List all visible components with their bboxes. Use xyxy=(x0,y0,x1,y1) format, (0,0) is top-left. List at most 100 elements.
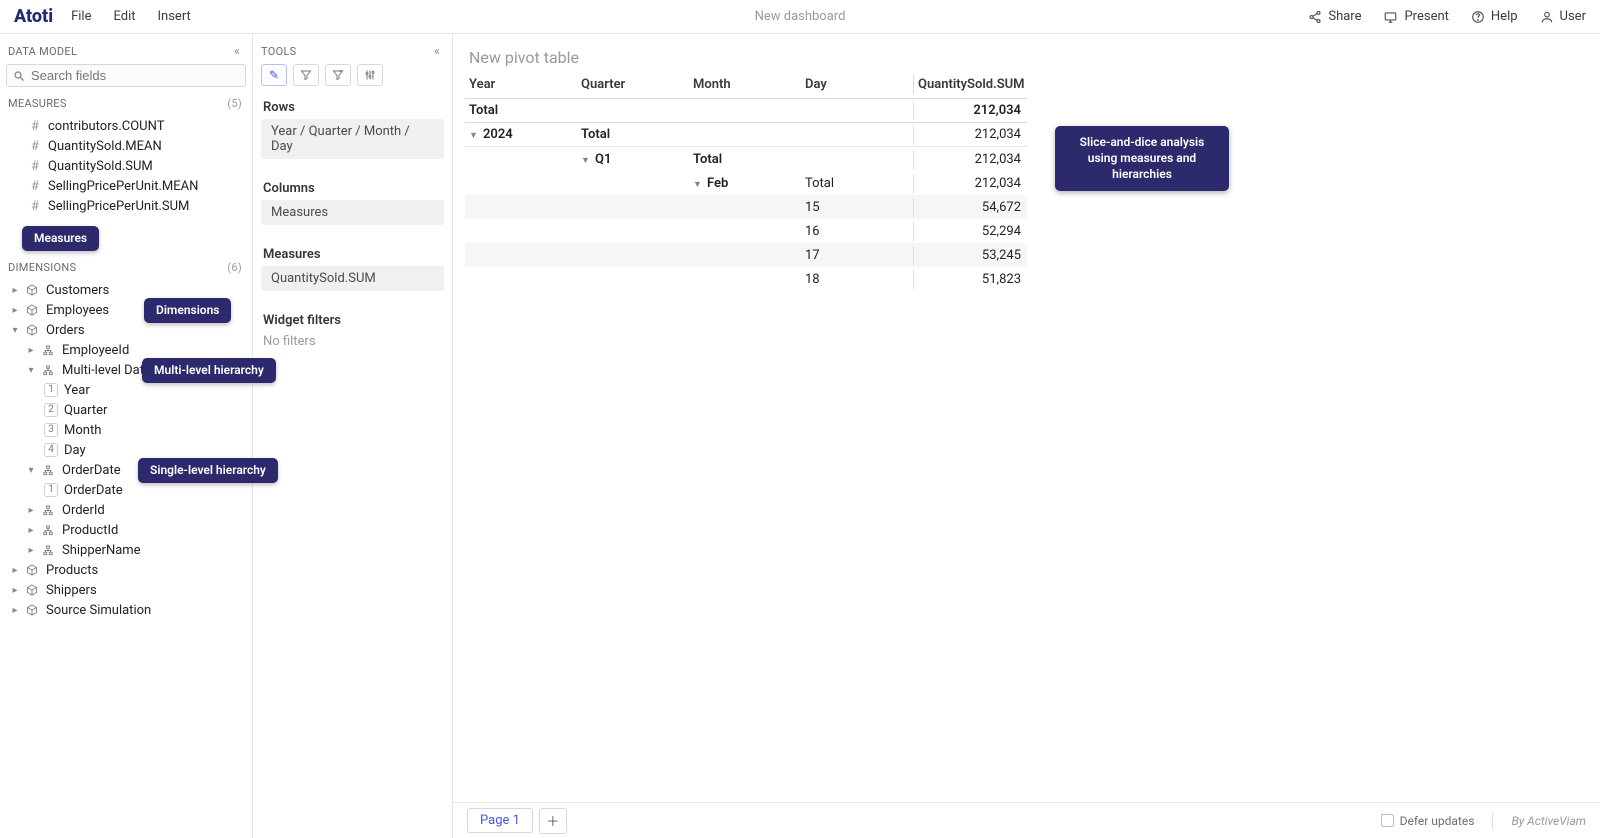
defer-updates-toggle[interactable]: Defer updates xyxy=(1381,814,1475,828)
hierarchy-orderid[interactable]: ▸ OrderId xyxy=(4,500,248,520)
hierarchy-icon xyxy=(42,545,56,556)
dimension-customers[interactable]: ▸ Customers xyxy=(4,280,248,300)
measure-label: contributors.COUNT xyxy=(48,119,164,134)
tool-filter-button[interactable] xyxy=(293,64,319,86)
add-page-button[interactable]: ＋ xyxy=(539,808,567,834)
tool-settings-button[interactable] xyxy=(357,64,383,86)
pivot-title[interactable]: New pivot table xyxy=(453,34,1600,75)
chevron-right-icon[interactable]: ▸ xyxy=(26,345,36,356)
chevron-right-icon[interactable]: ▸ xyxy=(26,525,36,536)
measure-item[interactable]: #SellingPricePerUnit.SUM xyxy=(4,196,248,216)
chevron-right-icon[interactable]: ▸ xyxy=(10,285,20,296)
measure-label: QuantitySold.SUM xyxy=(48,159,153,174)
pivot-table[interactable]: Year Quarter Month Day QuantitySold.SUM … xyxy=(465,75,1027,291)
collapse-data-model-icon[interactable]: « xyxy=(232,44,242,58)
user-button[interactable]: User xyxy=(1540,9,1586,24)
chevron-down-icon[interactable]: ▼ xyxy=(581,155,591,166)
tool-query-button[interactable] xyxy=(325,64,351,86)
hierarchy-label: EmployeeId xyxy=(62,343,129,358)
hierarchy-multilevel-date[interactable]: ▾ Multi-level Date Multi-level hierarchy xyxy=(4,360,248,380)
dimension-source-simulation[interactable]: ▸ Source Simulation xyxy=(4,600,248,620)
hierarchy-productid[interactable]: ▸ ProductId xyxy=(4,520,248,540)
level-day[interactable]: 4Day xyxy=(4,440,248,460)
measures-header: Measures xyxy=(8,97,67,110)
present-button[interactable]: Present xyxy=(1383,9,1448,24)
search-fields-input[interactable] xyxy=(6,64,246,87)
measure-item[interactable]: # QuantitySold.SUM xyxy=(4,156,248,176)
pencil-icon: ✎ xyxy=(269,68,279,82)
measure-icon: # xyxy=(28,119,42,134)
columns-label: Columns xyxy=(253,173,452,200)
level-label: Year xyxy=(64,383,90,398)
hierarchy-icon xyxy=(42,365,56,376)
rows-field[interactable]: Year / Quarter / Month / Day xyxy=(261,119,444,159)
chevron-down-icon[interactable]: ▾ xyxy=(26,365,36,376)
hierarchy-shippername[interactable]: ▸ ShipperName xyxy=(4,540,248,560)
level-month[interactable]: 3Month xyxy=(4,420,248,440)
sliders-icon xyxy=(364,69,376,81)
hierarchy-employeeid[interactable]: ▸ EmployeeId xyxy=(4,340,248,360)
level-orderdate[interactable]: 1OrderDate xyxy=(4,480,248,500)
page-tab[interactable]: Page 1 xyxy=(467,808,533,833)
menu-file[interactable]: File xyxy=(71,9,91,24)
help-button[interactable]: Help xyxy=(1471,9,1518,24)
hierarchy-icon xyxy=(42,465,56,476)
brand-logo: Atoti xyxy=(14,6,53,27)
widget-filters-label: Widget filters xyxy=(253,305,452,332)
measure-item[interactable]: #QuantitySold.MEAN xyxy=(4,136,248,156)
menu-insert[interactable]: Insert xyxy=(158,9,191,24)
measure-icon: # xyxy=(28,159,42,174)
chevron-right-icon[interactable]: ▸ xyxy=(10,585,20,596)
cell-year-total-label: Total xyxy=(577,125,689,144)
level-badge-icon: 1 xyxy=(44,483,58,497)
cell-day[interactable]: 16 xyxy=(801,222,913,241)
dimension-orders[interactable]: ▾ Orders xyxy=(4,320,248,340)
level-quarter[interactable]: 2Quarter xyxy=(4,400,248,420)
columns-field[interactable]: Measures xyxy=(261,200,444,225)
measure-item[interactable]: #SellingPricePerUnit.MEAN xyxy=(4,176,248,196)
cell-day[interactable]: 17 xyxy=(801,246,913,265)
cube-icon xyxy=(26,564,40,576)
col-header-month[interactable]: Month xyxy=(689,75,801,94)
level-year[interactable]: 1Year xyxy=(4,380,248,400)
present-icon xyxy=(1383,10,1398,24)
hierarchy-label: Multi-level Date xyxy=(62,363,151,378)
chevron-down-icon[interactable]: ▾ xyxy=(26,465,36,476)
measures-field[interactable]: QuantitySold.SUM xyxy=(261,266,444,291)
col-header-quarter[interactable]: Quarter xyxy=(577,75,689,94)
chevron-right-icon[interactable]: ▸ xyxy=(10,305,20,316)
dimension-employees[interactable]: ▸ Employees Dimensions xyxy=(4,300,248,320)
collapse-tools-icon[interactable]: « xyxy=(432,44,442,58)
col-header-day[interactable]: Day xyxy=(801,75,913,94)
cell-quarter[interactable]: ▼Q1 xyxy=(577,150,689,169)
help-icon xyxy=(1471,10,1485,24)
chevron-right-icon[interactable]: ▸ xyxy=(10,605,20,616)
chevron-down-icon[interactable]: ▼ xyxy=(693,179,703,190)
tool-edit-button[interactable]: ✎ xyxy=(261,64,287,86)
chevron-down-icon[interactable]: ▼ xyxy=(469,130,479,141)
dimension-products[interactable]: ▸ Products xyxy=(4,560,248,580)
cell-year[interactable]: ▼2024 xyxy=(465,125,577,144)
col-header-measure[interactable]: QuantitySold.SUM xyxy=(913,75,1027,94)
cell-day-value: 51,823 xyxy=(913,270,1027,289)
cell-day[interactable]: 15 xyxy=(801,198,913,217)
measure-item[interactable]: # contributors.COUNT xyxy=(4,116,248,136)
cell-month[interactable]: ▼Feb xyxy=(689,174,801,193)
chevron-right-icon[interactable]: ▸ xyxy=(26,545,36,556)
cell-month-total-label: Total xyxy=(801,174,913,193)
chevron-right-icon[interactable]: ▸ xyxy=(10,565,20,576)
checkbox-icon[interactable] xyxy=(1381,814,1394,827)
dimension-label: Orders xyxy=(46,323,85,338)
dimension-shippers[interactable]: ▸ Shippers xyxy=(4,580,248,600)
chevron-right-icon[interactable]: ▸ xyxy=(26,505,36,516)
menu-edit[interactable]: Edit xyxy=(113,9,135,24)
cell-grand-total-label[interactable]: Total xyxy=(465,101,577,120)
chevron-down-icon[interactable]: ▾ xyxy=(10,325,20,336)
cell-day[interactable]: 18 xyxy=(801,270,913,289)
search-icon xyxy=(13,70,25,82)
byline: By ActiveViam xyxy=(1511,814,1586,828)
hierarchy-orderdate[interactable]: ▾ OrderDate Single-level hierarchy xyxy=(4,460,248,480)
share-button[interactable]: Share xyxy=(1308,9,1361,24)
col-header-year[interactable]: Year xyxy=(465,75,577,94)
share-icon xyxy=(1308,10,1322,24)
